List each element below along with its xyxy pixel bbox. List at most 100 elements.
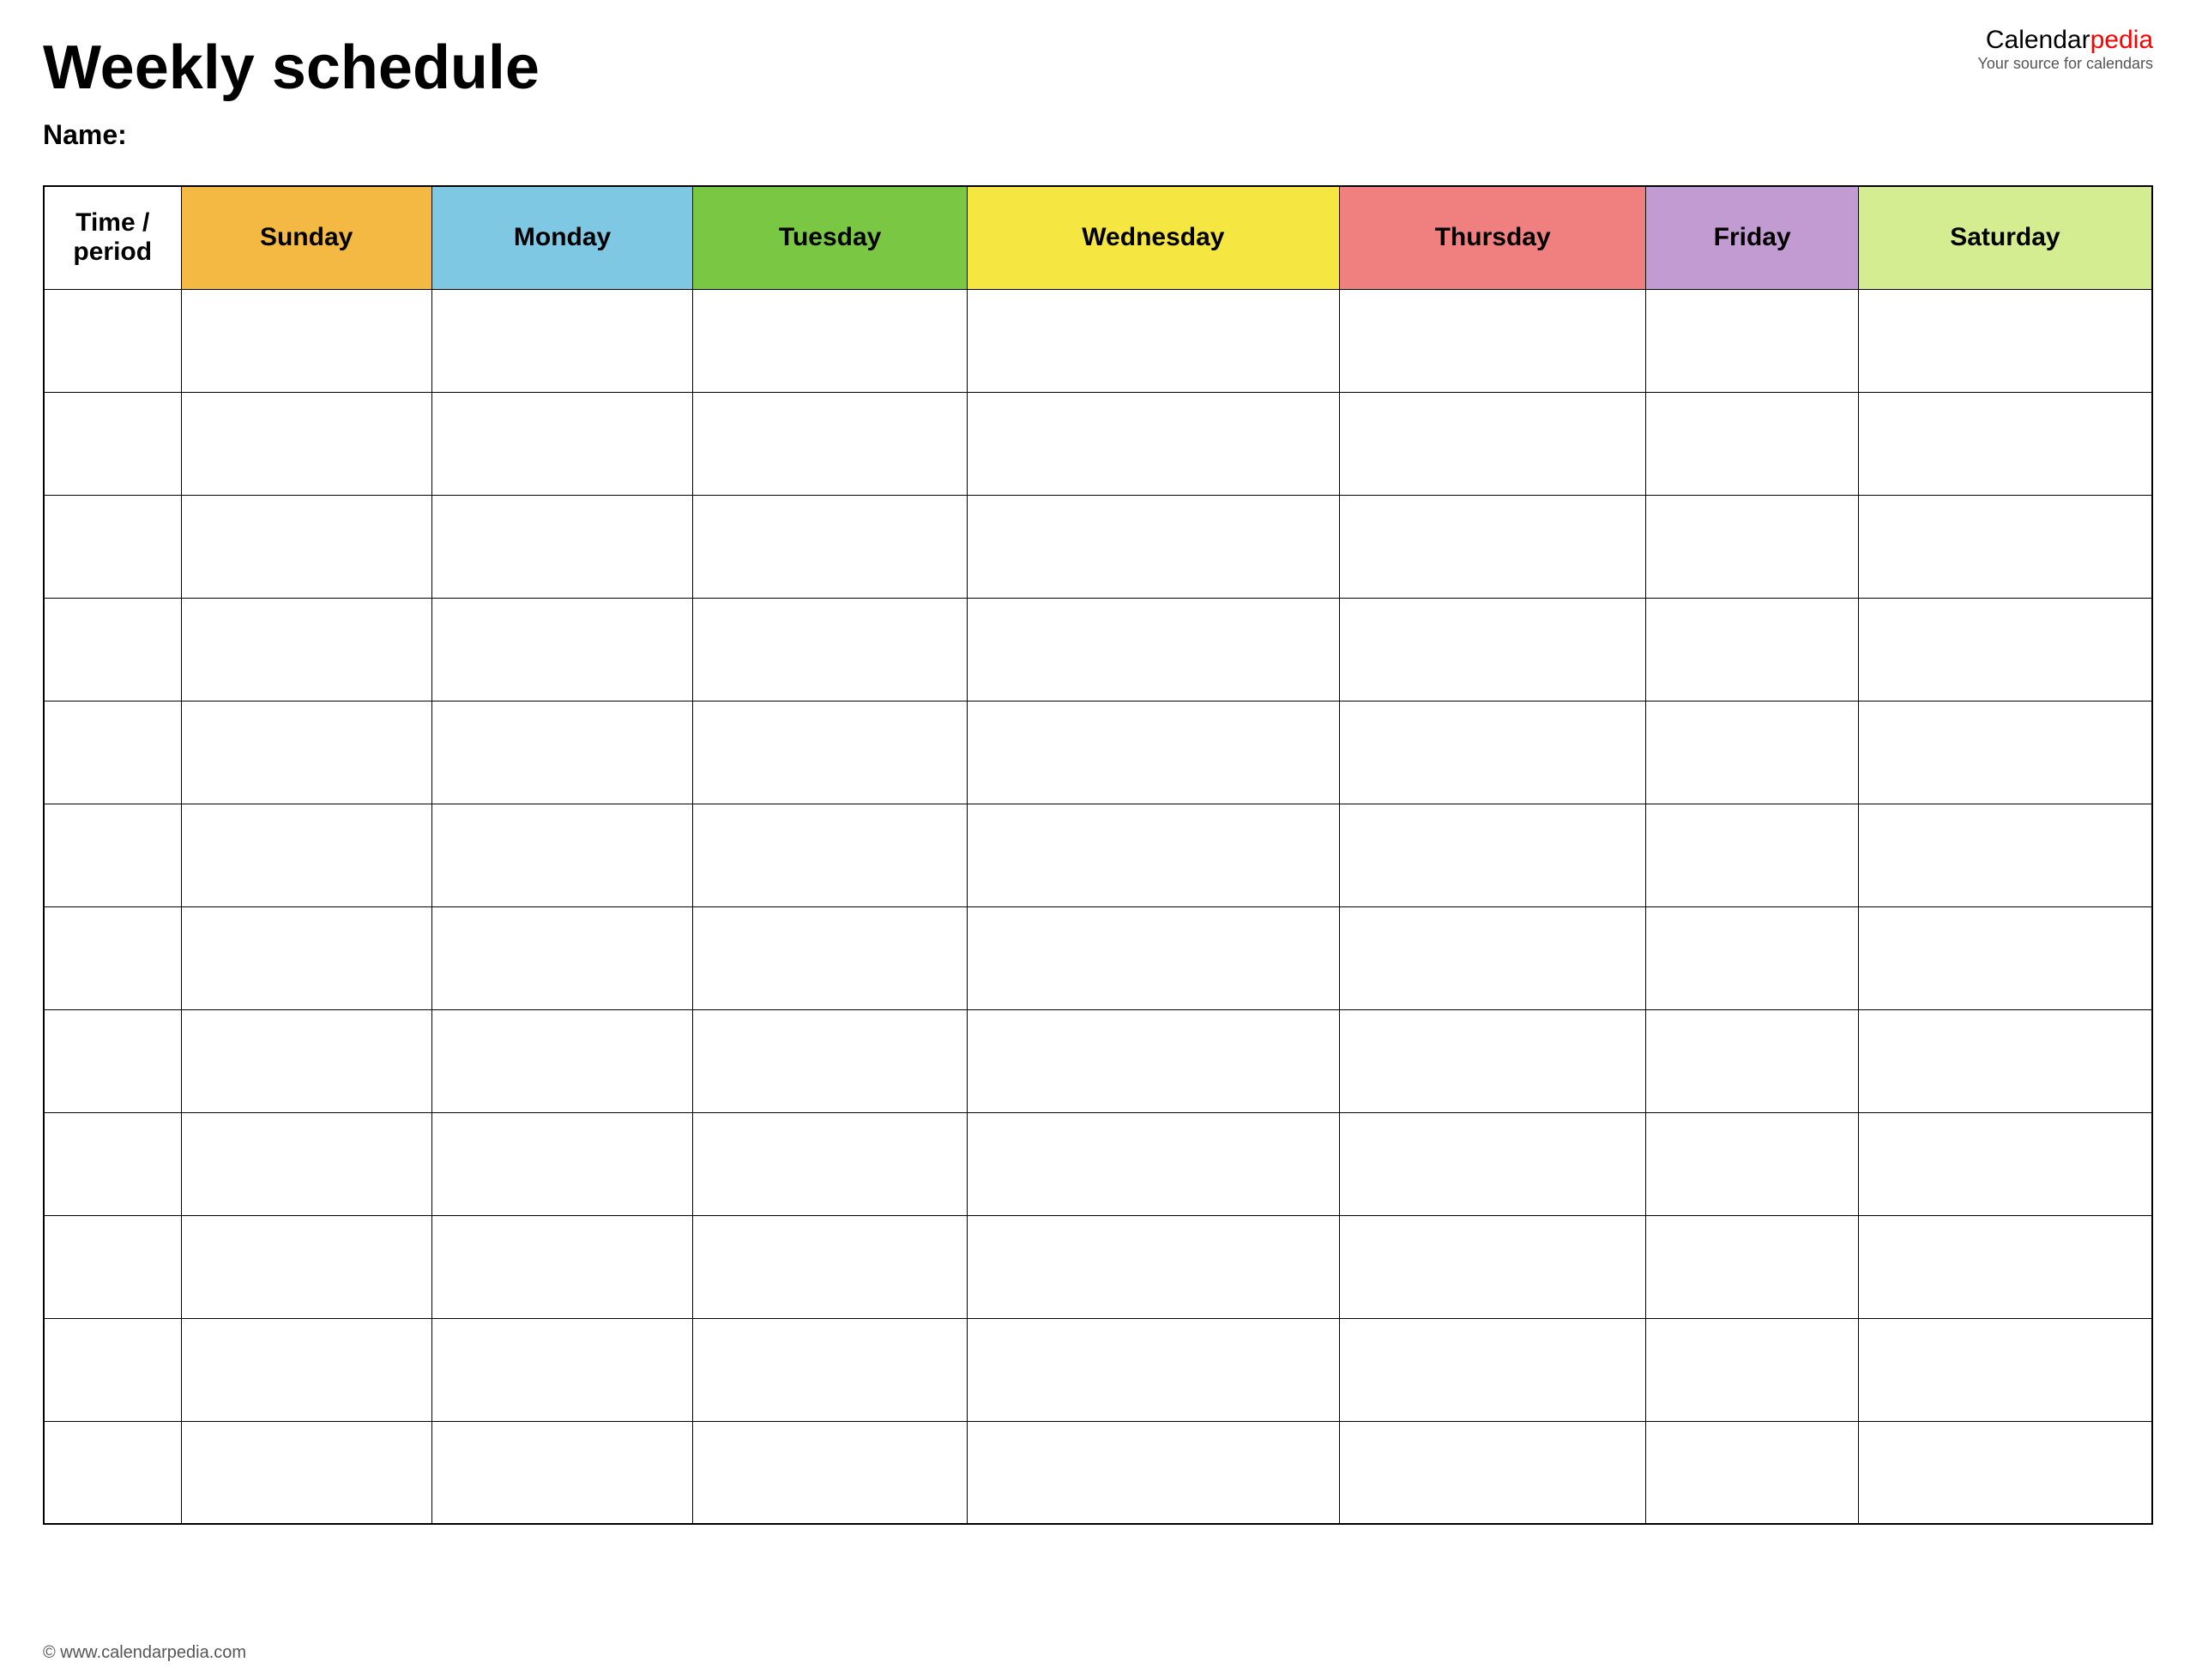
schedule-cell[interactable] <box>431 1318 693 1421</box>
schedule-cell[interactable] <box>1339 1112 1646 1215</box>
schedule-cell[interactable] <box>1646 1421 1858 1524</box>
schedule-cell[interactable] <box>1858 495 2152 598</box>
logo-calendar-text: Calendar <box>1986 26 2090 54</box>
schedule-cell[interactable] <box>181 392 431 495</box>
schedule-cell[interactable] <box>1646 804 1858 906</box>
schedule-cell[interactable] <box>181 598 431 701</box>
schedule-cell[interactable] <box>431 392 693 495</box>
time-cell[interactable] <box>44 1421 181 1524</box>
schedule-cell[interactable] <box>1646 392 1858 495</box>
schedule-cell[interactable] <box>693 1009 968 1112</box>
schedule-cell[interactable] <box>1339 906 1646 1009</box>
schedule-cell[interactable] <box>693 1215 968 1318</box>
schedule-cell[interactable] <box>431 1215 693 1318</box>
schedule-cell[interactable] <box>967 495 1339 598</box>
schedule-cell[interactable] <box>181 1009 431 1112</box>
schedule-cell[interactable] <box>1339 804 1646 906</box>
time-cell[interactable] <box>44 906 181 1009</box>
table-row <box>44 1009 2152 1112</box>
time-cell[interactable] <box>44 1318 181 1421</box>
logo-subtitle: Your source for calendars <box>1978 55 2153 73</box>
schedule-cell[interactable] <box>967 1112 1339 1215</box>
schedule-cell[interactable] <box>1339 289 1646 392</box>
schedule-cell[interactable] <box>1339 495 1646 598</box>
schedule-cell[interactable] <box>181 1318 431 1421</box>
schedule-cell[interactable] <box>967 392 1339 495</box>
schedule-cell[interactable] <box>967 1009 1339 1112</box>
time-cell[interactable] <box>44 289 181 392</box>
schedule-cell[interactable] <box>1858 392 2152 495</box>
schedule-cell[interactable] <box>1858 906 2152 1009</box>
time-cell[interactable] <box>44 598 181 701</box>
schedule-cell[interactable] <box>967 804 1339 906</box>
schedule-cell[interactable] <box>1339 1318 1646 1421</box>
schedule-cell[interactable] <box>1858 1215 2152 1318</box>
schedule-cell[interactable] <box>1858 1112 2152 1215</box>
schedule-cell[interactable] <box>967 906 1339 1009</box>
schedule-cell[interactable] <box>181 495 431 598</box>
schedule-cell[interactable] <box>1646 289 1858 392</box>
time-cell[interactable] <box>44 1112 181 1215</box>
schedule-cell[interactable] <box>693 392 968 495</box>
schedule-cell[interactable] <box>181 1215 431 1318</box>
time-cell[interactable] <box>44 701 181 804</box>
schedule-cell[interactable] <box>431 804 693 906</box>
schedule-cell[interactable] <box>693 598 968 701</box>
schedule-cell[interactable] <box>967 598 1339 701</box>
schedule-cell[interactable] <box>181 804 431 906</box>
time-cell[interactable] <box>44 804 181 906</box>
schedule-cell[interactable] <box>1339 392 1646 495</box>
schedule-cell[interactable] <box>1646 906 1858 1009</box>
schedule-cell[interactable] <box>1339 701 1646 804</box>
time-cell[interactable] <box>44 1215 181 1318</box>
schedule-cell[interactable] <box>1339 1215 1646 1318</box>
schedule-cell[interactable] <box>693 906 968 1009</box>
schedule-cell[interactable] <box>693 1112 968 1215</box>
col-header-time: Time / period <box>44 186 181 289</box>
schedule-cell[interactable] <box>1858 1318 2152 1421</box>
schedule-cell[interactable] <box>431 495 693 598</box>
schedule-cell[interactable] <box>1646 598 1858 701</box>
schedule-cell[interactable] <box>431 1112 693 1215</box>
schedule-cell[interactable] <box>693 495 968 598</box>
schedule-cell[interactable] <box>967 1215 1339 1318</box>
schedule-cell[interactable] <box>1646 1112 1858 1215</box>
schedule-cell[interactable] <box>1858 598 2152 701</box>
schedule-cell[interactable] <box>181 1421 431 1524</box>
schedule-cell[interactable] <box>431 1421 693 1524</box>
time-cell[interactable] <box>44 495 181 598</box>
schedule-cell[interactable] <box>967 1421 1339 1524</box>
schedule-cell[interactable] <box>967 701 1339 804</box>
schedule-cell[interactable] <box>431 598 693 701</box>
schedule-cell[interactable] <box>181 906 431 1009</box>
schedule-cell[interactable] <box>431 701 693 804</box>
schedule-cell[interactable] <box>693 289 968 392</box>
schedule-cell[interactable] <box>431 289 693 392</box>
schedule-cell[interactable] <box>431 906 693 1009</box>
schedule-cell[interactable] <box>1646 1318 1858 1421</box>
schedule-cell[interactable] <box>1339 1421 1646 1524</box>
schedule-cell[interactable] <box>1858 289 2152 392</box>
schedule-cell[interactable] <box>181 1112 431 1215</box>
time-cell[interactable] <box>44 1009 181 1112</box>
schedule-cell[interactable] <box>181 701 431 804</box>
schedule-cell[interactable] <box>693 1421 968 1524</box>
schedule-cell[interactable] <box>1339 598 1646 701</box>
schedule-cell[interactable] <box>967 289 1339 392</box>
schedule-cell[interactable] <box>1858 701 2152 804</box>
schedule-cell[interactable] <box>1339 1009 1646 1112</box>
schedule-cell[interactable] <box>1858 1421 2152 1524</box>
schedule-cell[interactable] <box>431 1009 693 1112</box>
schedule-cell[interactable] <box>693 1318 968 1421</box>
schedule-cell[interactable] <box>1858 1009 2152 1112</box>
schedule-cell[interactable] <box>1646 495 1858 598</box>
schedule-cell[interactable] <box>693 804 968 906</box>
schedule-cell[interactable] <box>181 289 431 392</box>
schedule-cell[interactable] <box>1858 804 2152 906</box>
schedule-cell[interactable] <box>1646 701 1858 804</box>
schedule-cell[interactable] <box>1646 1009 1858 1112</box>
schedule-cell[interactable] <box>693 701 968 804</box>
time-cell[interactable] <box>44 392 181 495</box>
schedule-cell[interactable] <box>1646 1215 1858 1318</box>
schedule-cell[interactable] <box>967 1318 1339 1421</box>
